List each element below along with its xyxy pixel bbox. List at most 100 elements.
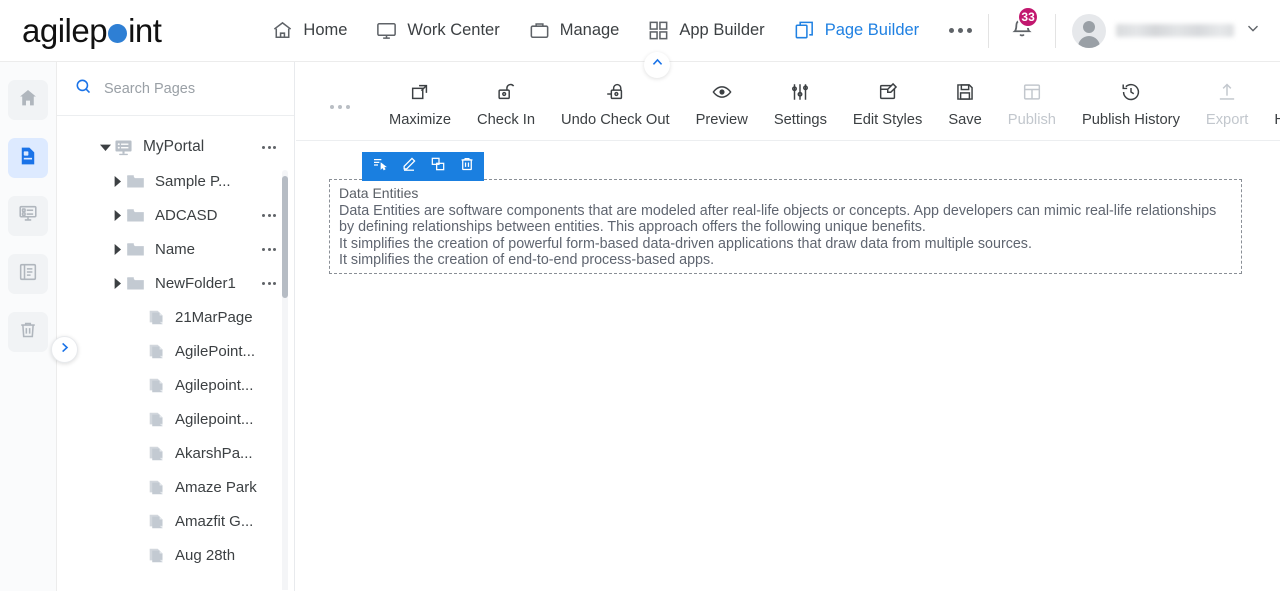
agilepoint-logo[interactable]: agilep int: [0, 12, 257, 50]
toolbar-button-save[interactable]: Save: [935, 81, 994, 128]
toolbar-buttons: Maximize Check In Undo Check Out Preview Set…: [376, 62, 1280, 128]
tree-item-21marpage[interactable]: 21MarPage: [57, 300, 294, 334]
toolbar-button-edit-styles[interactable]: Edit Styles: [840, 81, 935, 128]
page-file-icon: [147, 546, 166, 565]
folder-icon: [125, 273, 146, 294]
nav-item-home[interactable]: Home: [257, 13, 361, 48]
rail-item-home[interactable]: [8, 80, 48, 120]
dot: [267, 145, 271, 149]
tree-item-label: Amazfit G...: [175, 512, 254, 530]
rail-item-forms[interactable]: [8, 196, 48, 236]
toolbar-button-check-in[interactable]: Check In: [464, 81, 548, 128]
dot: [273, 281, 276, 285]
nav-item-app-builder[interactable]: App Builder: [633, 13, 778, 48]
tree-item-label: 21MarPage: [175, 308, 253, 326]
chevron-up-icon: [650, 55, 665, 75]
content-paragraph: Data Entities are software components th…: [339, 202, 1217, 236]
briefcase-icon: [528, 19, 551, 42]
tree-item-amazfit-g[interactable]: Amazfit G...: [57, 504, 294, 538]
tree-item-adcasd[interactable]: ADCASD: [57, 198, 294, 232]
edit-pencil-icon: [401, 156, 417, 177]
search-input[interactable]: [104, 80, 269, 97]
tree-item-label: NewFolder1: [155, 274, 236, 292]
notifications-button[interactable]: 33: [989, 6, 1055, 46]
caret-right-icon[interactable]: [109, 277, 125, 289]
lock-undo-icon: [604, 81, 626, 103]
caret-right-icon[interactable]: [109, 243, 125, 255]
nav-label-page-builder: Page Builder: [824, 21, 920, 39]
dot: [273, 145, 276, 149]
chevron-down-icon: [1244, 19, 1262, 42]
toolbar-button-publish: Publish: [995, 81, 1069, 128]
caret-down-icon[interactable]: [97, 142, 113, 153]
left-icon-rail: [0, 62, 57, 591]
rail-item-pages[interactable]: [8, 138, 48, 178]
page-file-icon: [147, 376, 166, 395]
caret-right-icon[interactable]: [109, 209, 125, 221]
nav-item-page-builder[interactable]: Page Builder: [779, 13, 933, 48]
tree-item-akarshpa[interactable]: AkarshPa...: [57, 436, 294, 470]
toolbar-button-maximize[interactable]: Maximize: [376, 81, 464, 128]
tree-item-myportal[interactable]: MyPortal: [57, 130, 294, 164]
toolbar-button-help[interactable]: Help: [1261, 81, 1280, 128]
tree-item-more-button[interactable]: [262, 145, 276, 149]
tree-item-more-button[interactable]: [262, 247, 276, 251]
tree-item-name[interactable]: Name: [57, 232, 294, 266]
save-icon: [954, 81, 976, 103]
nav-label-app-builder: App Builder: [679, 21, 765, 39]
tree-item-sample-p[interactable]: Sample P...: [57, 164, 294, 198]
delete-button[interactable]: [453, 153, 480, 180]
toolbar-button-undo-check-out[interactable]: Undo Check Out: [548, 81, 683, 128]
content-block-data-entities[interactable]: Data Entities Data Entities are software…: [329, 179, 1242, 274]
tree-item-label: MyPortal: [143, 138, 205, 155]
toolbar-button-label: Export: [1205, 112, 1249, 128]
notification-badge: 33: [1017, 6, 1040, 28]
portal-icon: [113, 137, 134, 158]
edit-button[interactable]: [395, 153, 422, 180]
tree-item-more-button[interactable]: [262, 213, 276, 217]
tree-item-label: AkarshPa...: [175, 444, 253, 462]
element-float-toolbar: [362, 152, 484, 181]
tree-item-newfolder1[interactable]: NewFolder1: [57, 266, 294, 300]
dot: [958, 28, 964, 33]
tree-item-agilepoint[interactable]: Agilepoint...: [57, 402, 294, 436]
layers-icon: [793, 19, 816, 42]
page-file-icon: [147, 444, 166, 463]
tree-item-label: Sample P...: [155, 172, 231, 190]
nav-item-manage[interactable]: Manage: [514, 13, 634, 48]
tree-item-agilepoint[interactable]: Agilepoint...: [57, 368, 294, 402]
search-icon: [74, 77, 93, 101]
rail-item-recycle-bin[interactable]: [8, 312, 48, 352]
tree-item-aug-28th[interactable]: Aug 28th: [57, 538, 294, 572]
dot: [273, 247, 276, 251]
tree-item-more-button[interactable]: [262, 281, 276, 285]
nav-more-button[interactable]: [933, 22, 988, 39]
content-paragraph: It simplifies the creation of end-to-end…: [339, 252, 715, 268]
page-file-icon: [147, 308, 166, 327]
select-parent-button[interactable]: [366, 153, 393, 180]
grid-icon: [647, 19, 670, 42]
dot: [346, 105, 350, 109]
search-row: [57, 62, 294, 116]
toolbar-button-label: Edit Styles: [852, 112, 923, 128]
export-icon: [1216, 81, 1238, 103]
dot: [338, 105, 342, 109]
user-menu[interactable]: [1056, 13, 1280, 48]
caret-right-icon[interactable]: [109, 175, 125, 187]
toolbar-overflow-left-button[interactable]: [330, 105, 350, 109]
tree-item-agilepoint[interactable]: AgilePoint...: [57, 334, 294, 368]
logo-text-part2: int: [128, 11, 162, 49]
expand-panel-button[interactable]: [51, 336, 78, 363]
collapse-toolbar-button[interactable]: [644, 52, 670, 78]
toolbar-button-publish-history[interactable]: Publish History: [1069, 81, 1193, 128]
tree-item-amaze-park[interactable]: Amaze Park: [57, 470, 294, 504]
nav-label-manage: Manage: [559, 21, 620, 39]
duplicate-button[interactable]: [424, 153, 451, 180]
toolbar-button-settings[interactable]: Settings: [761, 81, 840, 128]
toolbar-button-label: Preview: [695, 112, 748, 128]
toolbar-button-preview[interactable]: Preview: [683, 81, 761, 128]
rail-item-list[interactable]: [8, 254, 48, 294]
nav-item-work-center[interactable]: Work Center: [361, 13, 513, 48]
home-icon: [17, 87, 39, 114]
toolbar-button-label: Help: [1274, 112, 1280, 128]
